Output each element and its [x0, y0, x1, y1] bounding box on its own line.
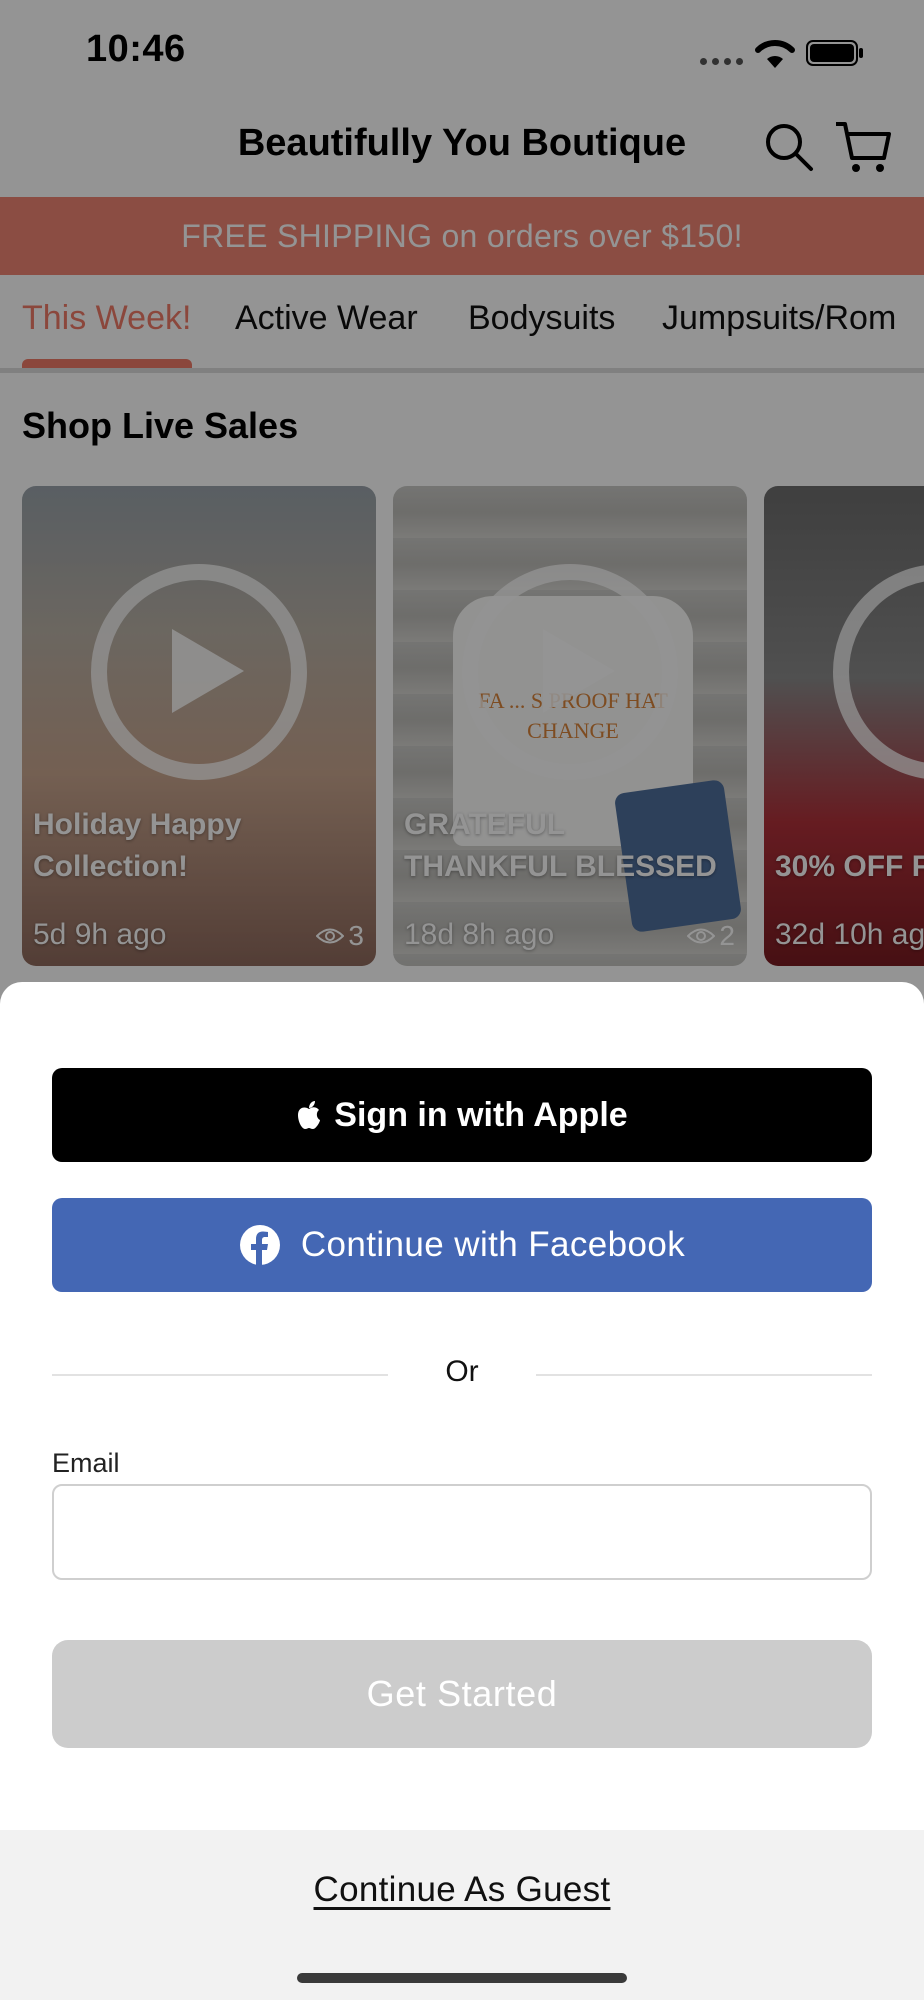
sign-in-with-apple-button[interactable]: Sign in with Apple [52, 1068, 872, 1162]
home-indicator[interactable] [297, 1973, 627, 1983]
get-started-button[interactable]: Get Started [52, 1640, 872, 1748]
email-input[interactable] [52, 1484, 872, 1580]
divider-right [536, 1374, 872, 1376]
apple-button-label: Sign in with Apple [334, 1095, 628, 1134]
continue-with-facebook-button[interactable]: Continue with Facebook [52, 1198, 872, 1292]
continue-as-guest-link[interactable]: Continue As Guest [0, 1870, 924, 1910]
sign-in-sheet: Sign in with Apple Continue with Faceboo… [0, 982, 924, 2000]
divider-left [52, 1374, 388, 1376]
facebook-logo-icon [239, 1225, 280, 1265]
facebook-button-label: Continue with Facebook [300, 1225, 686, 1264]
email-label: Email [52, 1448, 120, 1478]
or-divider-label: Or [445, 1355, 479, 1388]
apple-logo-icon [298, 1101, 321, 1129]
